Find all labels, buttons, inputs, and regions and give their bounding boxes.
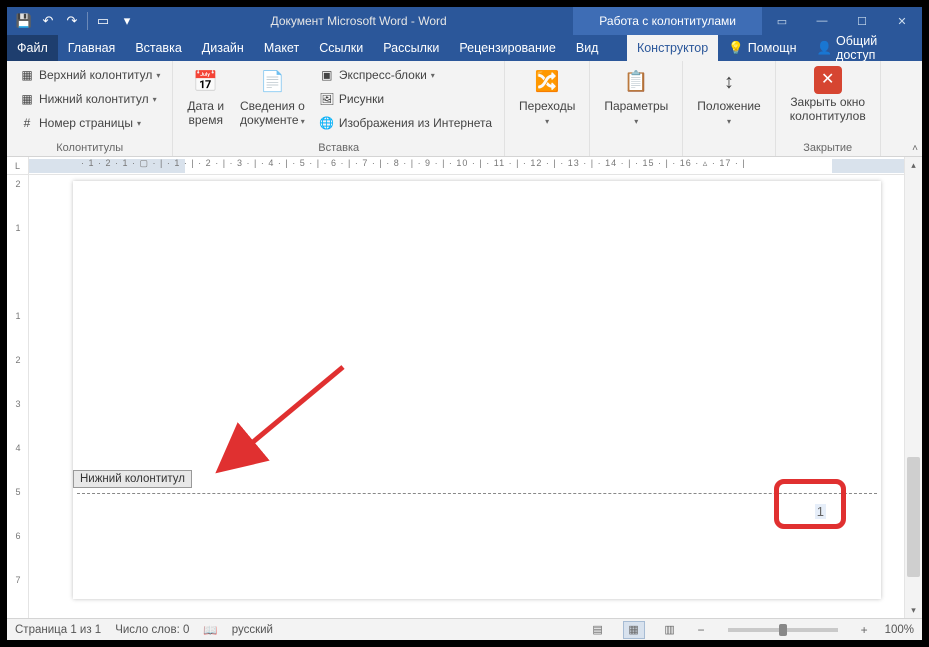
document-page[interactable]: Нижний колонтитул 1 bbox=[73, 181, 881, 599]
group-navigation: 🔀Переходы▾ bbox=[505, 61, 590, 156]
group-headers-footers: ▦Верхний колонтитул▾ ▦Нижний колонтитул▾… bbox=[7, 61, 173, 156]
contextual-tab-title: Работа с колонтитулами bbox=[573, 7, 762, 35]
undo-icon[interactable]: ↶ bbox=[37, 10, 59, 32]
status-word-count[interactable]: Число слов: 0 bbox=[115, 624, 189, 636]
options-button[interactable]: 📋Параметры▾ bbox=[598, 64, 674, 141]
zoom-out-button[interactable]: − bbox=[695, 623, 708, 637]
tab-view[interactable]: Вид bbox=[566, 35, 609, 61]
picture-icon: 🖼 bbox=[319, 91, 335, 107]
pictures-button[interactable]: 🖼Рисунки bbox=[315, 88, 496, 110]
ruler-corner[interactable]: L bbox=[7, 157, 29, 175]
vertical-ruler[interactable]: 2 1 1 2 3 4 5 6 7 bbox=[7, 175, 29, 618]
online-pictures-button[interactable]: 🌐Изображения из Интернета bbox=[315, 112, 496, 134]
share-icon: 👤 bbox=[816, 41, 832, 56]
close-icon[interactable]: ✕ bbox=[882, 7, 922, 35]
group-options: 📋Параметры▾ bbox=[590, 61, 683, 156]
scroll-up-icon[interactable]: ▴ bbox=[905, 157, 922, 173]
position-icon: ↕ bbox=[713, 66, 745, 98]
annotation-arrow bbox=[213, 367, 353, 492]
zoom-slider[interactable] bbox=[728, 628, 838, 632]
tab-layout[interactable]: Макет bbox=[254, 35, 309, 61]
goto-button[interactable]: 🔀Переходы▾ bbox=[513, 64, 581, 141]
footer-icon: ▦ bbox=[19, 91, 35, 107]
pagenum-icon: # bbox=[19, 115, 35, 131]
close-header-footer-button[interactable]: ✕ Закрыть окноколонтитулов bbox=[784, 64, 872, 141]
footer-tag-label[interactable]: Нижний колонтитул bbox=[73, 470, 192, 488]
footer-button[interactable]: ▦Нижний колонтитул▾ bbox=[15, 88, 164, 110]
new-doc-icon[interactable]: ▭ bbox=[92, 10, 114, 32]
save-icon[interactable]: 💾 bbox=[13, 10, 35, 32]
position-button[interactable]: ↕Положение▾ bbox=[691, 64, 766, 141]
group-label: Колонтитулы bbox=[15, 141, 164, 154]
status-page[interactable]: Страница 1 из 1 bbox=[15, 624, 101, 636]
tab-designer[interactable]: Конструктор bbox=[627, 35, 718, 61]
print-layout-icon[interactable]: ▦ bbox=[623, 621, 645, 639]
zoom-in-button[interactable]: + bbox=[858, 623, 871, 637]
scroll-down-icon[interactable]: ▾ bbox=[905, 602, 922, 618]
nav-icon: 🔀 bbox=[531, 66, 563, 98]
maximize-icon[interactable]: ☐ bbox=[842, 7, 882, 35]
tab-mailings[interactable]: Рассылки bbox=[373, 35, 449, 61]
proofing-icon[interactable]: 📖 bbox=[203, 623, 217, 637]
header-button[interactable]: ▦Верхний колонтитул▾ bbox=[15, 64, 164, 86]
scroll-thumb[interactable] bbox=[907, 457, 920, 577]
qat-more-icon[interactable]: ▾ bbox=[116, 10, 138, 32]
online-picture-icon: 🌐 bbox=[319, 115, 335, 131]
quick-access-toolbar: 💾 ↶ ↷ ▭ ▾ bbox=[7, 10, 144, 32]
ribbon-display-options-icon[interactable]: ▭ bbox=[762, 7, 802, 35]
status-bar: Страница 1 из 1 Число слов: 0 📖 русский … bbox=[7, 618, 922, 640]
bulb-icon: 💡 bbox=[728, 41, 744, 56]
document-area: L · 1 · 2 · 1 · ▢ · | · 1 · | · 2 · | · … bbox=[7, 157, 904, 618]
calendar-icon: 📅 bbox=[190, 66, 222, 98]
tab-home[interactable]: Главная bbox=[58, 35, 126, 61]
minimize-icon[interactable]: — bbox=[802, 7, 842, 35]
redo-icon[interactable]: ↷ bbox=[61, 10, 83, 32]
web-layout-icon[interactable]: ▥ bbox=[659, 621, 681, 639]
collapse-ribbon-icon[interactable]: ˄ bbox=[912, 143, 918, 154]
tab-review[interactable]: Рецензирование bbox=[449, 35, 566, 61]
annotation-highlight-box bbox=[774, 479, 846, 529]
tab-design[interactable]: Дизайн bbox=[192, 35, 254, 61]
date-time-button[interactable]: 📅 Дата ивремя bbox=[181, 64, 230, 141]
title-bar: 💾 ↶ ↷ ▭ ▾ Документ Microsoft Word - Word… bbox=[7, 7, 922, 35]
ribbon-tabs: Файл Главная Вставка Дизайн Макет Ссылки… bbox=[7, 35, 922, 61]
quickparts-icon: ▣ bbox=[319, 67, 335, 83]
group-close: ✕ Закрыть окноколонтитулов Закрытие bbox=[776, 61, 881, 156]
group-position: ↕Положение▾ bbox=[683, 61, 775, 156]
footer-boundary bbox=[77, 493, 877, 494]
tab-references[interactable]: Ссылки bbox=[309, 35, 373, 61]
doc-info-button[interactable]: 📄 Сведения одокументе ▾ bbox=[234, 64, 311, 141]
tell-me-button[interactable]: 💡Помощн bbox=[718, 35, 806, 61]
docinfo-icon: 📄 bbox=[256, 66, 288, 98]
header-icon: ▦ bbox=[19, 67, 35, 83]
close-hf-icon: ✕ bbox=[814, 66, 842, 94]
horizontal-ruler[interactable]: · 1 · 2 · 1 · ▢ · | · 1 · | · 2 · | · 3 … bbox=[29, 157, 904, 175]
qat-separator bbox=[87, 12, 88, 30]
vertical-scrollbar[interactable]: ▴ ▾ bbox=[904, 157, 922, 618]
tab-file[interactable]: Файл bbox=[7, 35, 58, 61]
group-label: Вставка bbox=[181, 141, 496, 154]
group-label: Закрытие bbox=[784, 141, 872, 154]
ribbon: ▦Верхний колонтитул▾ ▦Нижний колонтитул▾… bbox=[7, 61, 922, 157]
quick-parts-button[interactable]: ▣Экспресс-блоки▾ bbox=[315, 64, 496, 86]
page-number-button[interactable]: #Номер страницы▾ bbox=[15, 112, 164, 134]
status-language[interactable]: русский bbox=[232, 624, 273, 636]
read-mode-icon[interactable]: ▤ bbox=[587, 621, 609, 639]
tab-insert[interactable]: Вставка bbox=[125, 35, 191, 61]
group-insert: 📅 Дата ивремя 📄 Сведения одокументе ▾ ▣Э… bbox=[173, 61, 505, 156]
options-icon: 📋 bbox=[620, 66, 652, 98]
zoom-level[interactable]: 100% bbox=[885, 624, 914, 636]
window-title: Документ Microsoft Word - Word bbox=[144, 14, 573, 28]
share-button[interactable]: 👤Общий доступ bbox=[806, 35, 922, 61]
